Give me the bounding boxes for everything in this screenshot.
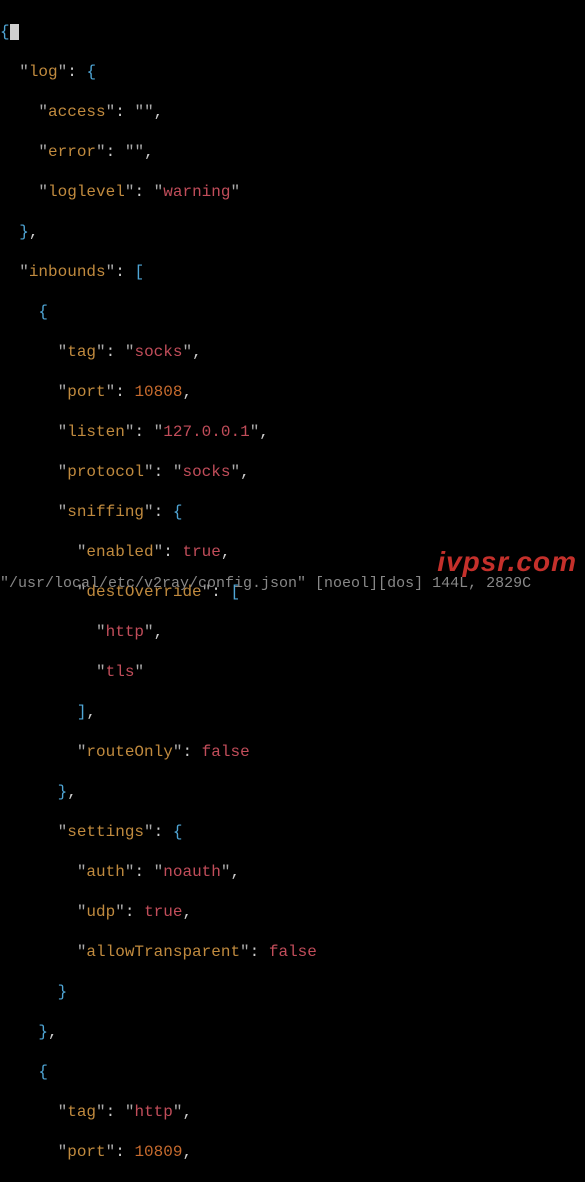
json-number: 10809: [134, 1143, 182, 1161]
json-string: socks: [134, 343, 182, 361]
json-number: 10808: [134, 383, 182, 401]
json-key: port: [67, 383, 105, 401]
json-bool: true: [144, 903, 182, 921]
cursor: [10, 24, 19, 40]
json-key: tag: [67, 343, 96, 361]
json-string: warning: [163, 183, 230, 201]
json-string: tls: [106, 663, 135, 681]
json-bool: true: [182, 543, 220, 561]
json-key: listen: [67, 423, 125, 441]
json-string: socks: [182, 463, 230, 481]
json-key: loglevel: [48, 183, 125, 201]
brace-open: {: [0, 23, 10, 41]
json-string: http: [134, 1103, 172, 1121]
json-bool: false: [202, 743, 250, 761]
json-key: sniffing: [67, 503, 144, 521]
json-key: access: [48, 103, 106, 121]
json-key: auth: [86, 863, 124, 881]
json-key: port: [67, 1143, 105, 1161]
json-string: 127.0.0.1: [163, 423, 249, 441]
json-key: tag: [67, 1103, 96, 1121]
json-key: protocol: [67, 463, 144, 481]
json-string: noauth: [163, 863, 221, 881]
json-key: routeOnly: [86, 743, 172, 761]
json-key: log: [29, 63, 58, 81]
json-bool: false: [269, 943, 317, 961]
json-key: enabled: [86, 543, 153, 561]
json-key: error: [48, 143, 96, 161]
status-line: "/usr/local/etc/v2ray/config.json" [noeo…: [0, 574, 585, 594]
json-key: settings: [67, 823, 144, 841]
json-key: inbounds: [29, 263, 106, 281]
json-key: allowTransparent: [86, 943, 240, 961]
json-string: http: [106, 623, 144, 641]
json-key: udp: [86, 903, 115, 921]
